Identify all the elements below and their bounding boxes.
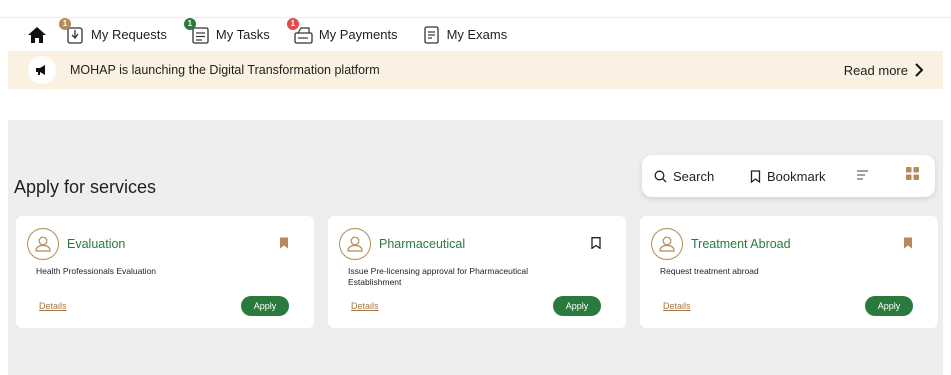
search-button[interactable]: Search [654, 169, 714, 184]
announcement-banner: MOHAP is launching the Digital Transform… [8, 51, 943, 89]
user-icon [27, 228, 59, 260]
bookmark-filled-icon[interactable] [903, 236, 913, 254]
service-card-treatment-abroad[interactable]: Treatment Abroad Request treatment abroa… [640, 216, 938, 328]
search-label: Search [673, 168, 715, 184]
home-icon[interactable] [26, 24, 48, 46]
bookmark-filter-button[interactable]: Bookmark [750, 169, 826, 184]
apply-button[interactable]: Apply [241, 296, 289, 316]
tasks-icon: 1 [183, 17, 211, 46]
nav-my-exams[interactable]: My Exams [420, 24, 508, 46]
details-link[interactable]: Details [351, 301, 379, 311]
search-icon [654, 170, 667, 182]
service-card-evaluation[interactable]: Evaluation Health Professionals Evaluati… [16, 216, 314, 328]
card-description: Request treatment abroad [660, 266, 759, 276]
user-icon [651, 228, 683, 260]
card-title: Pharmaceutical [379, 237, 466, 251]
nav-my-tasks[interactable]: 1 My Tasks [183, 17, 270, 46]
nav-label: My Exams [446, 27, 508, 42]
services-section: Apply for services Search Bookmark Evalu… [8, 120, 943, 375]
grid-view-icon[interactable] [906, 167, 919, 185]
nav-my-payments[interactable]: 1 My Payments [286, 17, 398, 46]
apply-button[interactable]: Apply [553, 296, 601, 316]
details-link[interactable]: Details [39, 301, 67, 311]
service-card-pharmaceutical[interactable]: Pharmaceutical Issue Pre-licensing appro… [328, 216, 626, 328]
payments-badge: 1 [286, 17, 299, 30]
card-title: Evaluation [67, 237, 126, 251]
nav-label: My Payments [318, 27, 398, 42]
bookmark-filled-icon[interactable] [279, 236, 289, 254]
requests-icon: 1 [59, 17, 86, 46]
exams-icon [420, 24, 442, 46]
megaphone-icon [28, 56, 56, 84]
bookmark-icon [750, 169, 761, 183]
bookmark-outline-icon[interactable] [591, 236, 601, 254]
banner-text: MOHAP is launching the Digital Transform… [70, 63, 380, 77]
nav-my-requests[interactable]: 1 My Requests [59, 17, 167, 46]
nav-label: My Tasks [215, 27, 270, 42]
bookmark-label: Bookmark [767, 168, 826, 184]
read-more-link[interactable]: Read more [844, 51, 923, 89]
card-title: Treatment Abroad [691, 237, 791, 251]
read-more-label: Read more [843, 62, 908, 78]
payments-icon: 1 [286, 17, 314, 46]
card-description: Issue Pre-licensing approval for Pharmac… [348, 266, 529, 287]
requests-badge: 1 [59, 17, 71, 30]
user-icon [339, 228, 371, 260]
list-view-icon[interactable] [857, 167, 869, 185]
nav-label: My Requests [91, 27, 167, 42]
details-link[interactable]: Details [663, 301, 691, 311]
top-nav: 1 My Requests 1 My Tasks 1 My Payments M… [0, 17, 951, 51]
card-description: Health Professionals Evaluation [36, 266, 157, 276]
apply-button[interactable]: Apply [865, 296, 913, 316]
chevron-right-icon [915, 63, 923, 77]
section-title: Apply for services [14, 177, 157, 197]
services-toolbar: Search Bookmark [642, 155, 935, 197]
tasks-badge: 1 [183, 17, 196, 30]
